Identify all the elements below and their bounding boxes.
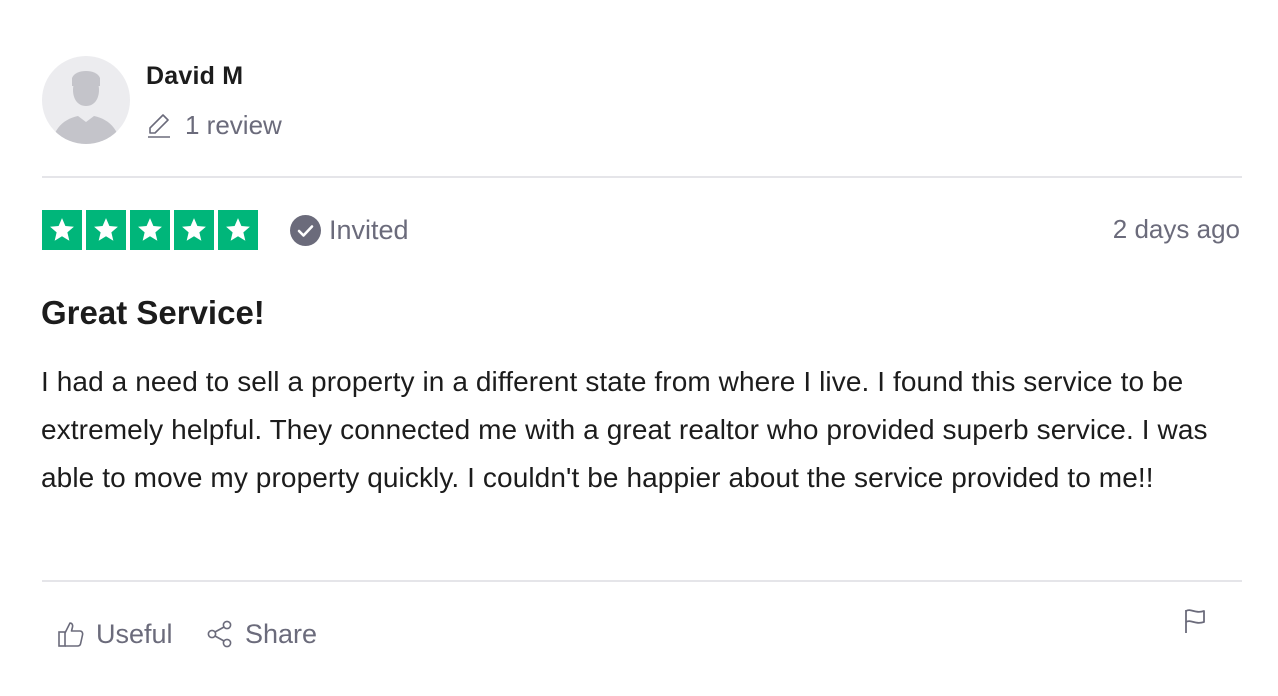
star-3: [130, 210, 170, 250]
pencil-icon: [146, 112, 172, 138]
star-4: [174, 210, 214, 250]
share-button[interactable]: Share: [205, 614, 317, 654]
review-count-link[interactable]: 1 review: [146, 108, 282, 142]
share-label: Share: [245, 618, 318, 649]
thumbs-up-icon: [56, 619, 86, 649]
star-2: [86, 210, 126, 250]
invited-label: Invited: [329, 214, 409, 245]
invited-badge[interactable]: Invited: [290, 212, 409, 248]
star-icon: [226, 218, 250, 241]
star-rating: [42, 210, 258, 250]
user-silhouette-icon: [52, 71, 120, 144]
useful-button[interactable]: Useful: [56, 614, 173, 654]
useful-label: Useful: [96, 618, 173, 649]
star-5: [218, 210, 258, 250]
star-1: [42, 210, 82, 250]
share-icon: [205, 619, 235, 649]
star-icon: [94, 218, 118, 241]
flag-button[interactable]: [1180, 606, 1210, 636]
star-icon: [138, 218, 162, 241]
review-count-text: 1 review: [185, 109, 282, 140]
flag-icon: [1185, 609, 1205, 633]
reviewer-name[interactable]: David M: [146, 62, 243, 91]
header-divider: [42, 176, 1242, 178]
check-circle-icon: [290, 214, 321, 246]
star-icon: [50, 218, 74, 241]
footer-divider: [42, 580, 1242, 582]
avatar[interactable]: [42, 56, 130, 144]
star-icon: [182, 218, 206, 241]
review-title[interactable]: Great Service!: [41, 294, 265, 332]
review-date: 2 days ago: [1112, 214, 1240, 244]
review-body: I had a need to sell a property in a dif…: [41, 366, 1208, 493]
review-card: David M 1 review Invited 2 days ago Grea…: [0, 0, 1278, 688]
